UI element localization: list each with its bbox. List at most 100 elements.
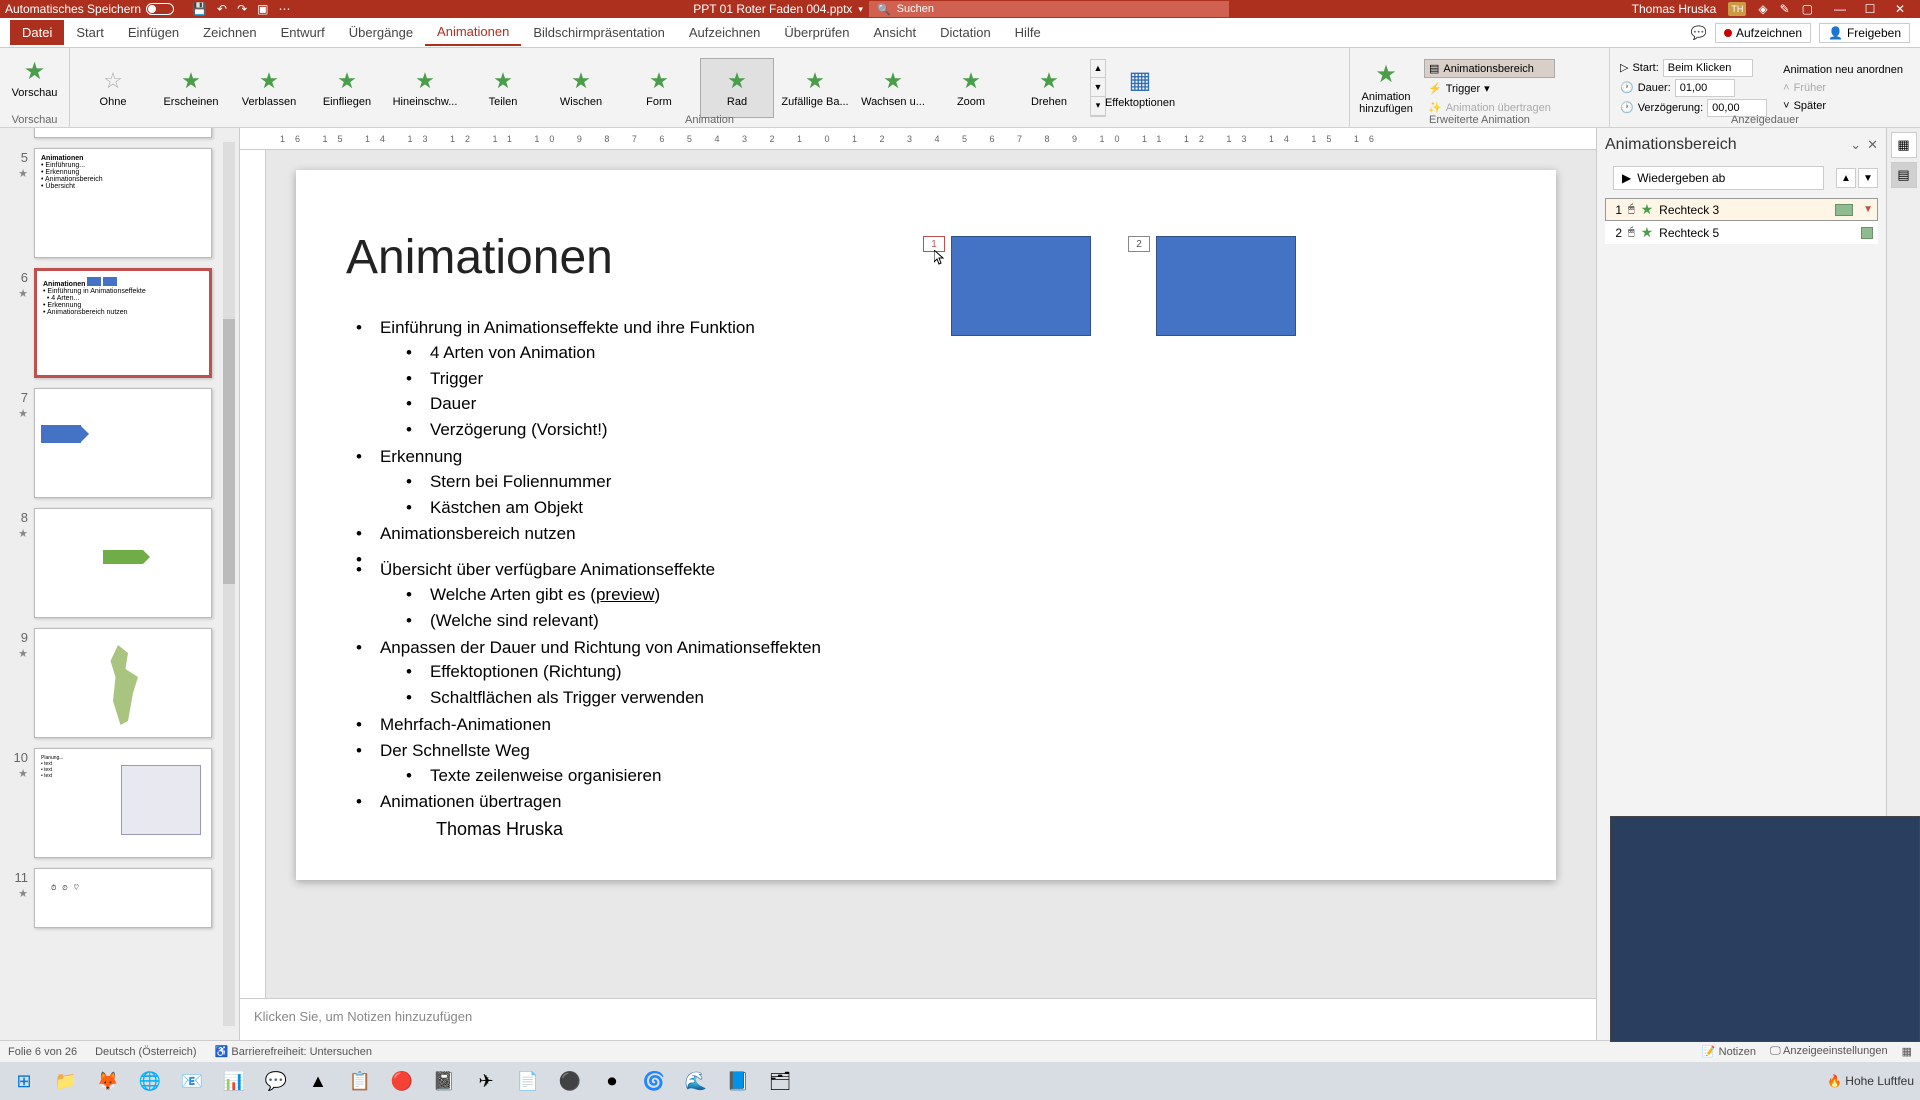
- window-icon[interactable]: ▢: [1802, 2, 1813, 16]
- duration-input[interactable]: [1675, 79, 1735, 97]
- vlc-icon[interactable]: ▲: [300, 1065, 336, 1097]
- thumbnail-scrollbar[interactable]: [221, 128, 237, 1040]
- trigger-button[interactable]: ⚡Trigger ▾: [1424, 80, 1555, 97]
- start-select[interactable]: [1663, 59, 1753, 77]
- anim-item-2[interactable]: 2 🖱 ★ Rechteck 5: [1605, 221, 1878, 244]
- tab-draw[interactable]: Zeichnen: [191, 20, 268, 45]
- app-icon[interactable]: 📘: [720, 1065, 756, 1097]
- anim-fade[interactable]: ★Verblassen: [232, 58, 306, 118]
- slide-thumb-10[interactable]: Planung...• text• text• text: [34, 748, 212, 858]
- add-animation-button[interactable]: ★ Animation hinzufügen: [1356, 58, 1416, 118]
- earlier-button[interactable]: ˄ Früher: [1779, 80, 1907, 96]
- tab-help[interactable]: Hilfe: [1003, 20, 1053, 45]
- dropdown-icon[interactable]: ▼: [1863, 204, 1873, 215]
- record-button[interactable]: Aufzeichnen: [1715, 23, 1811, 43]
- move-down-button[interactable]: ▼: [1858, 168, 1878, 188]
- start-button[interactable]: ⊞: [6, 1065, 42, 1097]
- anim-flyin[interactable]: ★Einfliegen: [310, 58, 384, 118]
- save-icon[interactable]: 💾: [192, 2, 207, 16]
- slide-canvas[interactable]: Animationen Einführung in Animationseffe…: [266, 150, 1596, 998]
- app-icon[interactable]: ⏺: [594, 1065, 630, 1097]
- app-icon[interactable]: 💬: [258, 1065, 294, 1097]
- chrome-icon[interactable]: 🌐: [132, 1065, 168, 1097]
- slide-thumb-11[interactable]: ⏱ ⏲ ♡: [34, 868, 212, 928]
- display-settings-button[interactable]: 🖵 Anzeigeeinstellungen: [1770, 1045, 1888, 1058]
- more-icon[interactable]: ⋯: [279, 2, 291, 16]
- telegram-icon[interactable]: ✈: [468, 1065, 504, 1097]
- anim-wheel[interactable]: ★Rad: [700, 58, 774, 118]
- anim-pane-icon[interactable]: ▤: [1891, 162, 1917, 188]
- language-status[interactable]: Deutsch (Österreich): [95, 1046, 196, 1058]
- firefox-icon[interactable]: 🦊: [90, 1065, 126, 1097]
- preview-button[interactable]: ★ Vorschau: [5, 48, 65, 108]
- notes-pane[interactable]: Klicken Sie, um Notizen hinzuzufügen: [240, 998, 1596, 1040]
- slide-thumb-5[interactable]: Animationen• Einführung...• Erkennung• A…: [34, 148, 212, 258]
- slide-thumb-7[interactable]: [34, 388, 212, 498]
- anim-tag-2[interactable]: 2: [1128, 236, 1150, 252]
- slide-position[interactable]: Folie 6 von 26: [8, 1046, 77, 1058]
- diamond-icon[interactable]: ◈: [1758, 2, 1767, 16]
- slide-thumb-8[interactable]: [34, 508, 212, 618]
- minimize-button[interactable]: —: [1825, 0, 1855, 18]
- slide-body[interactable]: Einführung in Animationseffekte und ihre…: [346, 315, 1506, 815]
- anim-item-1[interactable]: 1 🖱 ★ Rechteck 3 ▼: [1605, 198, 1878, 221]
- autosave-toggle[interactable]: Automatisches Speichern: [5, 2, 174, 16]
- weather-widget[interactable]: 🔥 Hohe Luftfeu: [1827, 1074, 1914, 1088]
- powerpoint-icon[interactable]: 📊: [216, 1065, 252, 1097]
- anim-appear[interactable]: ★Erscheinen: [154, 58, 228, 118]
- app-icon[interactable]: 🌀: [636, 1065, 672, 1097]
- author-text[interactable]: Thomas Hruska: [436, 819, 563, 840]
- gallery-arrows[interactable]: ▲▼▾: [1090, 59, 1106, 117]
- slide-thumb-6[interactable]: Animationen • Einführung in Animationsef…: [34, 268, 212, 378]
- shape-rect-2[interactable]: [1156, 236, 1296, 336]
- edge-icon[interactable]: 🌊: [678, 1065, 714, 1097]
- tab-design[interactable]: Entwurf: [269, 20, 337, 45]
- tab-transitions[interactable]: Übergänge: [337, 20, 425, 45]
- tab-view[interactable]: Ansicht: [861, 20, 928, 45]
- effect-options-button[interactable]: ▦ Effektoptionen: [1110, 58, 1170, 118]
- tab-start[interactable]: Start: [64, 20, 115, 45]
- accessibility-status[interactable]: ♿ Barrierefreiheit: Untersuchen: [215, 1045, 372, 1058]
- move-up-button[interactable]: ▲: [1836, 168, 1856, 188]
- onenote-icon[interactable]: 📓: [426, 1065, 462, 1097]
- outlook-icon[interactable]: 📧: [174, 1065, 210, 1097]
- explorer-icon[interactable]: 📁: [48, 1065, 84, 1097]
- comments-icon[interactable]: 💬: [1691, 25, 1707, 41]
- close-pane-icon[interactable]: ✕: [1867, 137, 1878, 153]
- anim-none[interactable]: ☆Ohne: [76, 58, 150, 118]
- user-name[interactable]: Thomas Hruska: [1632, 2, 1717, 16]
- anim-grow[interactable]: ★Wachsen u...: [856, 58, 930, 118]
- slide[interactable]: Animationen Einführung in Animationseffe…: [296, 170, 1556, 880]
- tab-record[interactable]: Aufzeichnen: [677, 20, 773, 45]
- shape-rect-1[interactable]: [951, 236, 1091, 336]
- anim-swivel[interactable]: ★Drehen: [1012, 58, 1086, 118]
- app-icon[interactable]: 🗂: [762, 1065, 798, 1097]
- tab-dictation[interactable]: Dictation: [928, 20, 1003, 45]
- search-input[interactable]: 🔍 Suchen: [869, 1, 1229, 17]
- anim-split[interactable]: ★Teilen: [466, 58, 540, 118]
- slide-thumb-9[interactable]: [34, 628, 212, 738]
- anim-wipe[interactable]: ★Wischen: [544, 58, 618, 118]
- tab-insert[interactable]: Einfügen: [116, 20, 191, 45]
- animation-pane-button[interactable]: ▤Animationsbereich: [1424, 59, 1555, 78]
- user-avatar[interactable]: TH: [1728, 2, 1746, 16]
- slide-thumb-4[interactable]: [34, 128, 212, 138]
- later-button[interactable]: ˅ Später: [1779, 98, 1907, 114]
- obs-icon[interactable]: ⚫: [552, 1065, 588, 1097]
- redo-icon[interactable]: ↷: [237, 2, 247, 16]
- undo-icon[interactable]: ↶: [217, 2, 227, 16]
- anim-random[interactable]: ★Zufällige Ba...: [778, 58, 852, 118]
- app-icon[interactable]: 🔴: [384, 1065, 420, 1097]
- anim-shape[interactable]: ★Form: [622, 58, 696, 118]
- tab-animations[interactable]: Animationen: [425, 19, 521, 46]
- pen-icon[interactable]: ✎: [1780, 2, 1790, 16]
- share-button[interactable]: 👤Freigeben: [1819, 23, 1910, 43]
- designer-icon[interactable]: ▦: [1891, 132, 1917, 158]
- tab-file[interactable]: Datei: [10, 20, 64, 45]
- anim-floatin[interactable]: ★Hineinschw...: [388, 58, 462, 118]
- present-icon[interactable]: ▣: [257, 2, 268, 16]
- filename[interactable]: PPT 01 Roter Faden 004.pptx: [693, 2, 852, 16]
- maximize-button[interactable]: ☐: [1855, 0, 1885, 18]
- chevron-down-icon[interactable]: ⌄: [1850, 137, 1861, 153]
- notes-button[interactable]: 📝 Notizen: [1702, 1045, 1756, 1058]
